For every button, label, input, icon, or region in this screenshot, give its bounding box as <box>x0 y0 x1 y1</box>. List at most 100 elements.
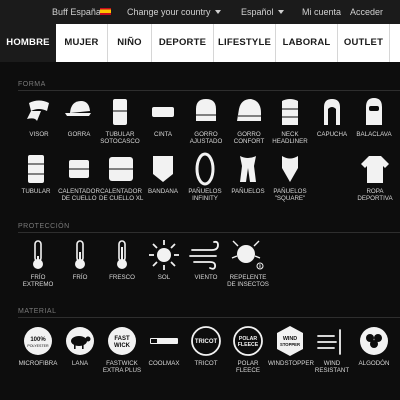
shape-calentador-cuello[interactable]: CALENTADOR DE CUELLO <box>57 152 101 202</box>
protection-repelente-insectos[interactable]: R REPELENTE DE INSECTOS <box>226 238 270 288</box>
item-label: GORRO <box>194 131 218 138</box>
helmet-liner-icon <box>113 99 127 125</box>
item-label: DEPORTIVA <box>357 195 393 202</box>
material-microfibra[interactable]: 100% POLYESTER MICROFIBRA <box>16 324 60 367</box>
wind-icon <box>189 240 219 270</box>
item-label: FRÍO <box>72 274 88 281</box>
shape-balaclava[interactable]: BALACLAVA <box>352 95 396 138</box>
shape-tubular-sotocasco[interactable]: TUBULAR SOTOCASCO <box>98 95 142 145</box>
item-label: DE CUELLO XL <box>99 195 144 202</box>
section-title-forma: FORMA <box>18 81 46 88</box>
item-label: MICROFIBRA <box>18 360 58 367</box>
item-label: LANA <box>71 360 89 367</box>
material-coolmax[interactable]: COOLMAX <box>142 324 186 367</box>
polar-fleece-icon: POLAR FLEECE <box>233 326 263 356</box>
material-windstopper[interactable]: WIND STOPPER WINDSTOPPER <box>268 324 314 367</box>
item-label: PAÑUELOS <box>273 188 307 195</box>
badge-text: STOPPER <box>280 342 300 347</box>
country-label[interactable]: Buff España <box>52 7 101 17</box>
protection-viento[interactable]: VIENTO <box>184 238 228 281</box>
svg-text:R: R <box>259 264 262 269</box>
login-link[interactable]: Acceder <box>350 7 383 17</box>
item-label: NECK <box>281 131 299 138</box>
shape-gorra[interactable]: GORRA <box>57 95 101 138</box>
tab-hombre[interactable]: HOMBRE <box>0 24 56 62</box>
shape-gorro-ajustado[interactable]: GORRO AJUSTADO <box>184 95 228 145</box>
comfort-hat-icon <box>237 99 261 121</box>
shape-gorro-confort[interactable]: GORRO CONFORT <box>227 95 271 145</box>
material-wind-resistant[interactable]: WIND RESISTANT <box>310 324 354 374</box>
item-label: RESISTANT <box>314 367 350 374</box>
language-dropdown[interactable]: Español <box>241 7 284 17</box>
shape-panuelos-square[interactable]: PAÑUELOS "SQUARE" <box>268 152 312 202</box>
section-divider <box>18 317 400 318</box>
bandana-icon <box>153 156 173 182</box>
item-label: INFINITY <box>192 195 218 202</box>
shape-panuelos-infinity[interactable]: PAÑUELOS INFINITY <box>183 152 227 202</box>
item-label: REPELENTE <box>229 274 267 281</box>
item-label: VIENTO <box>194 274 218 281</box>
shape-calentador-cuello-xl[interactable]: CALENTADOR DE CUELLO XL <box>99 152 143 202</box>
shape-visor[interactable]: VISOR <box>17 95 61 138</box>
thermometer-extreme-icon <box>33 240 43 269</box>
shape-panuelos[interactable]: PAÑUELOS <box>226 152 270 195</box>
cotton-icon <box>360 327 388 355</box>
protection-sol[interactable]: SOL <box>142 238 186 281</box>
tab-nino[interactable]: NIÑO <box>108 24 152 62</box>
scarf-icon <box>240 156 256 182</box>
section-divider <box>18 90 400 91</box>
shape-capucha[interactable]: CAPUCHA <box>310 95 354 138</box>
item-label: FRÍO <box>30 274 46 281</box>
section-title-proteccion: PROTECCIÓN <box>18 223 70 230</box>
shape-ropa-deportiva[interactable]: ROPA DEPORTIVA <box>353 152 397 202</box>
material-tricot[interactable]: TRICOT TRICOT <box>184 324 228 367</box>
tricot-icon: TRICOT <box>191 326 221 356</box>
neck-headliner-icon <box>282 99 298 125</box>
tab-deporte[interactable]: DEPORTE <box>152 24 214 62</box>
material-polar-fleece[interactable]: POLAR FLEECE POLAR FLEECE <box>226 324 270 374</box>
balaclava-icon <box>366 98 382 125</box>
infinity-scarf-icon <box>195 152 215 186</box>
tubular-icon <box>28 155 44 183</box>
shape-tubular[interactable]: TUBULAR <box>14 152 58 195</box>
hood-icon <box>324 99 340 125</box>
square-scarf-icon <box>282 156 298 182</box>
protection-fresco[interactable]: FRESCO <box>100 238 144 281</box>
account-link[interactable]: Mi cuenta <box>302 7 341 17</box>
neck-warmer-icon <box>69 160 89 178</box>
protection-frio-extremo[interactable]: FRÍO EXTREMO <box>16 238 60 288</box>
protection-frio[interactable]: FRÍO <box>58 238 102 281</box>
chevron-down-icon <box>214 10 221 14</box>
thermometer-cold-icon <box>75 240 85 269</box>
change-country-label: Change your country <box>127 7 211 17</box>
shape-cinta[interactable]: CINTA <box>141 95 185 138</box>
badge-text: 100% <box>30 337 46 343</box>
badge-text: FAST <box>114 336 130 342</box>
headband-icon <box>152 107 174 117</box>
neck-warmer-xl-icon <box>109 157 133 181</box>
item-label: ROPA <box>366 188 384 195</box>
tab-laboral[interactable]: LABORAL <box>276 24 338 62</box>
material-lana[interactable]: LANA <box>58 324 102 367</box>
item-label: DE CUELLO <box>61 195 97 202</box>
item-label: WIND <box>323 360 341 367</box>
section-title-material: MATERIAL <box>18 308 57 315</box>
shape-bandana[interactable]: BANDANA <box>141 152 185 195</box>
item-label: "SQUARE" <box>274 195 306 202</box>
item-label: GORRA <box>67 131 91 138</box>
tab-mujer[interactable]: MUJER <box>56 24 108 62</box>
item-label: VISOR <box>29 131 49 138</box>
change-country-dropdown[interactable]: Change your country <box>127 7 221 17</box>
cap-icon <box>65 101 91 116</box>
fitted-hat-icon <box>196 99 216 121</box>
material-fastwick[interactable]: FAST WICK FASTWICK EXTRA PLUS <box>100 324 144 374</box>
wind-resistant-icon <box>317 329 341 355</box>
item-label: TUBULAR <box>105 131 135 138</box>
tab-outlet[interactable]: OUTLET <box>338 24 390 62</box>
shape-neck-headliner[interactable]: NECK HEADLINER <box>268 95 312 145</box>
tab-lifestyle[interactable]: LIFESTYLE <box>214 24 276 62</box>
item-label: SOTOCASCO <box>100 138 140 145</box>
material-algodon[interactable]: ALGODÓN <box>352 324 396 367</box>
badge-text: TRICOT <box>195 339 218 345</box>
item-label: WINDSTOPPER <box>268 360 314 367</box>
